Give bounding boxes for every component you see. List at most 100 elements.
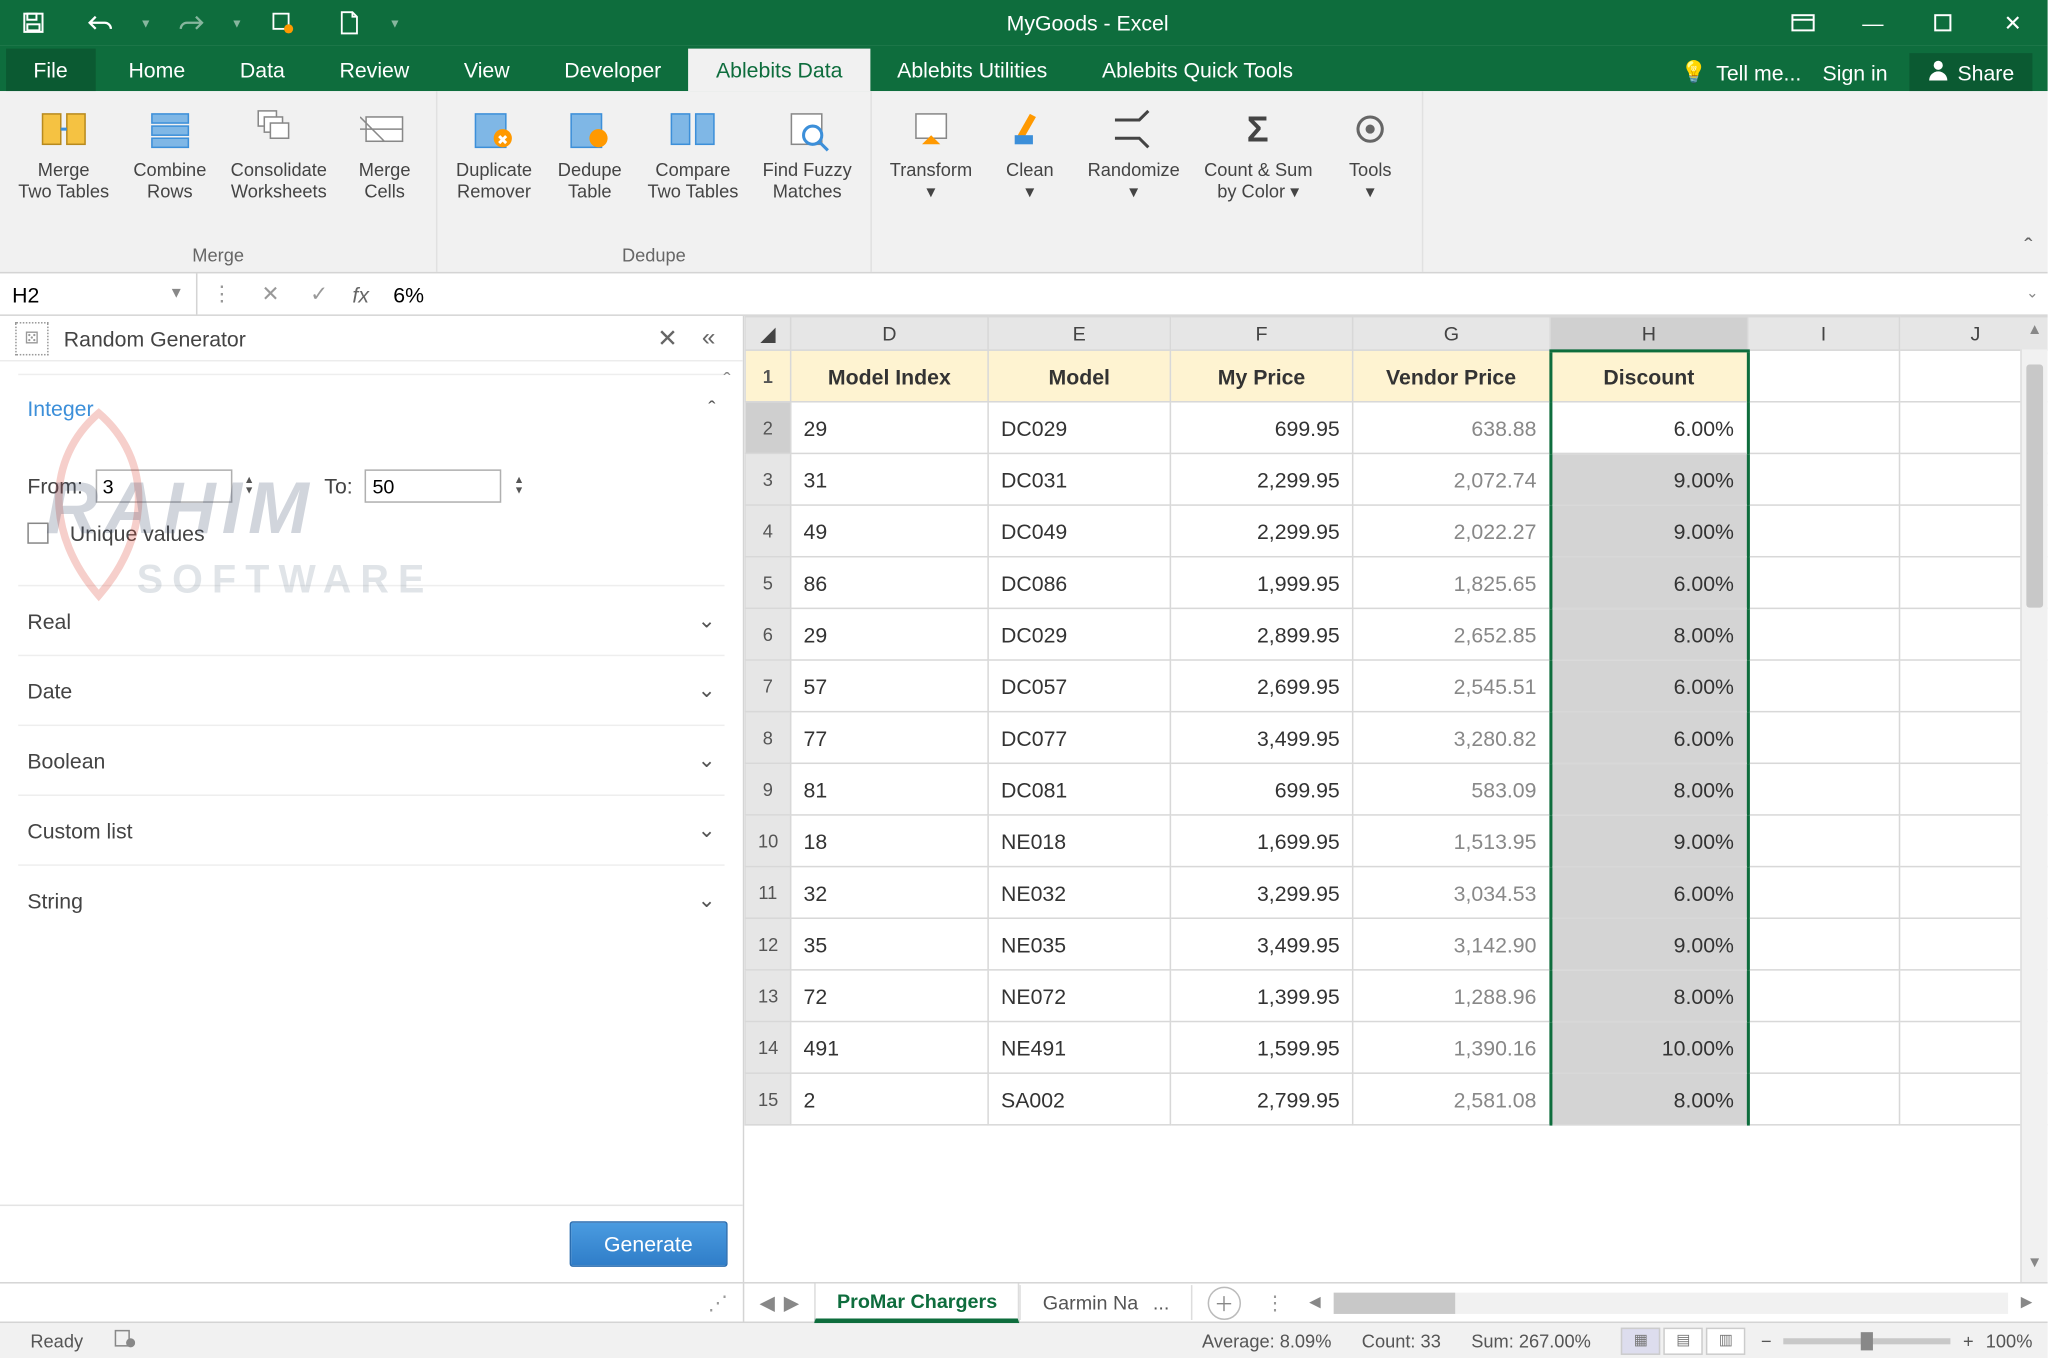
cell[interactable]: 6.00% [1550, 557, 1747, 609]
tab-home[interactable]: Home [101, 49, 212, 92]
empty-cell[interactable] [1748, 557, 1900, 609]
sheet-nav[interactable]: ◀▶ [744, 1290, 814, 1314]
cell[interactable]: NE035 [988, 918, 1170, 970]
to-spinner[interactable]: ▲▼ [514, 475, 525, 496]
empty-cell[interactable] [1748, 1022, 1900, 1074]
empty-cell[interactable] [1748, 712, 1900, 764]
row-header[interactable]: 13 [745, 970, 791, 1022]
ribbon-btn-gear[interactable]: Tools▾ [1328, 97, 1413, 263]
formula-expand-icon[interactable]: ⌄ [2017, 286, 2047, 303]
ribbon-btn-merge-two-tables[interactable]: MergeTwo Tables [9, 97, 118, 241]
unique-values-row[interactable]: Unique values [27, 521, 715, 545]
cell[interactable]: 1,513.95 [1353, 815, 1550, 867]
cell[interactable]: SA002 [988, 1073, 1170, 1125]
qat-addin-icon[interactable] [249, 0, 316, 46]
cell[interactable]: 35 [791, 918, 988, 970]
share-button[interactable]: Share [1909, 53, 2033, 91]
empty-cell[interactable] [1748, 453, 1900, 505]
row-header[interactable]: 4 [745, 505, 791, 557]
col-header-D[interactable]: D [791, 317, 988, 350]
cell[interactable]: DC077 [988, 712, 1170, 764]
row-header[interactable]: 6 [745, 608, 791, 660]
cell[interactable]: 6.00% [1550, 402, 1747, 454]
cell[interactable]: 1,288.96 [1353, 970, 1550, 1022]
row-header[interactable]: 9 [745, 763, 791, 815]
horizontal-scrollbar[interactable]: ◀ ▶ [1294, 1292, 2048, 1313]
section-real[interactable]: Real ⌄ [18, 585, 724, 655]
hscroll-right-icon[interactable]: ▶ [2015, 1294, 2039, 1311]
tab-developer[interactable]: Developer [537, 49, 689, 92]
cell[interactable]: 2,299.95 [1170, 505, 1352, 557]
sheet-tab-active[interactable]: ProMar Chargers [814, 1283, 1020, 1322]
empty-cell[interactable] [1748, 608, 1900, 660]
cell[interactable]: DC086 [988, 557, 1170, 609]
cell[interactable]: DC057 [988, 660, 1170, 712]
cell[interactable]: 1,599.95 [1170, 1022, 1352, 1074]
from-input[interactable] [95, 469, 232, 502]
cell[interactable]: 3,299.95 [1170, 867, 1352, 919]
cell[interactable]: DC081 [988, 763, 1170, 815]
row-header[interactable]: 5 [745, 557, 791, 609]
empty-cell[interactable] [1748, 1073, 1900, 1125]
empty-cell[interactable] [1748, 918, 1900, 970]
cell[interactable]: 3,499.95 [1170, 918, 1352, 970]
qat-customize-icon[interactable]: ▼ [383, 0, 407, 46]
cell[interactable]: 8.00% [1550, 1073, 1747, 1125]
row-header[interactable]: 12 [745, 918, 791, 970]
cell[interactable]: NE072 [988, 970, 1170, 1022]
cell[interactable]: 9.00% [1550, 453, 1747, 505]
tell-me[interactable]: 💡 Tell me... [1681, 59, 1802, 85]
row-header[interactable]: 10 [745, 815, 791, 867]
cell[interactable]: 638.88 [1353, 402, 1550, 454]
ribbon-btn-randomize[interactable]: Randomize▾ [1078, 97, 1188, 263]
cell[interactable]: 2,799.95 [1170, 1073, 1352, 1125]
cell[interactable]: 81 [791, 763, 988, 815]
row-header[interactable]: 11 [745, 867, 791, 919]
formula-value[interactable]: 6% [378, 282, 2017, 306]
cell[interactable]: 2,299.95 [1170, 453, 1352, 505]
qat-new-icon[interactable] [316, 0, 383, 46]
ribbon-btn-clean[interactable]: Clean▾ [987, 97, 1072, 263]
ribbon-btn-fuzzy[interactable]: Find FuzzyMatches [754, 97, 861, 241]
cell[interactable]: NE032 [988, 867, 1170, 919]
row-header[interactable]: 8 [745, 712, 791, 764]
table-header-cell[interactable]: Vendor Price [1353, 350, 1550, 402]
cancel-icon[interactable]: ✕ [246, 281, 295, 307]
close-icon[interactable]: ✕ [1978, 0, 2048, 46]
cell[interactable]: 77 [791, 712, 988, 764]
unique-checkbox[interactable] [27, 523, 48, 544]
col-header-F[interactable]: F [1170, 317, 1352, 350]
row-header[interactable]: 2 [745, 402, 791, 454]
cell[interactable]: NE018 [988, 815, 1170, 867]
row-header[interactable]: 3 [745, 453, 791, 505]
sheet-tab-garmin[interactable]: Garmin Na ... [1020, 1285, 1192, 1320]
empty-cell[interactable] [1748, 815, 1900, 867]
empty-cell[interactable] [1748, 505, 1900, 557]
row-header[interactable]: 1 [745, 350, 791, 402]
task-pane-close-icon[interactable]: ✕ [645, 323, 690, 353]
cell[interactable]: 699.95 [1170, 763, 1352, 815]
section-string[interactable]: String ⌄ [18, 864, 724, 934]
empty-cell[interactable] [1748, 763, 1900, 815]
cell[interactable]: 6.00% [1550, 867, 1747, 919]
cell[interactable]: DC031 [988, 453, 1170, 505]
task-pane-collapse-icon[interactable]: « [690, 324, 728, 351]
table-header-cell[interactable]: Discount [1550, 350, 1747, 402]
fbar-more-icon[interactable]: ⋮ [197, 281, 246, 307]
ribbon-btn-dup-remover[interactable]: ✖DuplicateRemover [447, 97, 541, 241]
sheet-add-button[interactable]: ＋ [1207, 1286, 1240, 1319]
cell[interactable]: 583.09 [1353, 763, 1550, 815]
cell[interactable]: 29 [791, 608, 988, 660]
tab-view[interactable]: View [437, 49, 537, 92]
cell[interactable]: DC049 [988, 505, 1170, 557]
vertical-scrollbar[interactable]: ▲ ▼ [2020, 349, 2047, 1282]
grid-table[interactable]: ◢DEFGHIJ1Model IndexModelMy PriceVendor … [744, 316, 2047, 1126]
macro-record-icon[interactable] [98, 1328, 150, 1354]
cell[interactable]: 18 [791, 815, 988, 867]
cell[interactable]: 699.95 [1170, 402, 1352, 454]
cell[interactable]: 8.00% [1550, 608, 1747, 660]
cell[interactable]: 3,034.53 [1353, 867, 1550, 919]
zoom-slider[interactable] [1784, 1337, 1951, 1343]
to-input[interactable] [365, 469, 502, 502]
col-header-E[interactable]: E [988, 317, 1170, 350]
